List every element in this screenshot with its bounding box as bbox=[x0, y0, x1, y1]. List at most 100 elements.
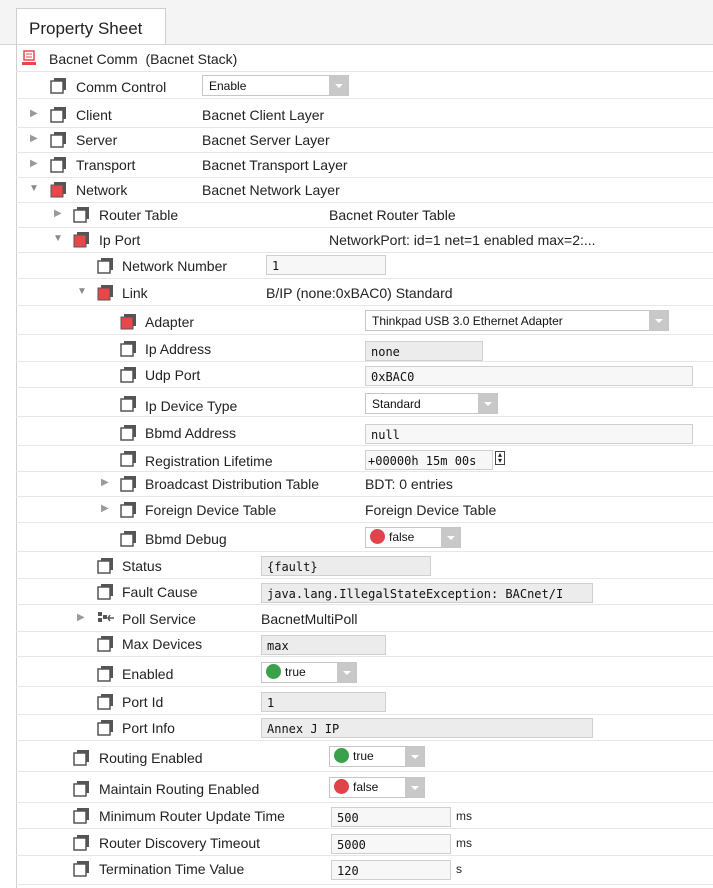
component-icon bbox=[97, 635, 115, 652]
row-ip-port[interactable]: ▼ Ip Port NetworkPort: id=1 net=1 enable… bbox=[16, 228, 713, 253]
port-info-field: Annex J IP bbox=[261, 718, 593, 738]
component-icon bbox=[97, 719, 115, 736]
expand-icon[interactable]: ▶ bbox=[101, 478, 109, 488]
red-component-icon bbox=[97, 284, 115, 301]
maintain-routing-enabled-label: Maintain Routing Enabled bbox=[99, 781, 260, 797]
row-broadcast-distribution-table[interactable]: ▶ Broadcast Distribution Table BDT: 0 en… bbox=[16, 472, 713, 497]
component-icon bbox=[50, 131, 68, 148]
row-port-id: Port Id 1 bbox=[16, 690, 713, 715]
chevron-down-icon bbox=[405, 747, 424, 766]
row-network[interactable]: ▼ Network Bacnet Network Layer bbox=[16, 178, 713, 203]
adapter-label: Adapter bbox=[145, 314, 195, 330]
expand-icon[interactable]: ▶ bbox=[77, 613, 85, 623]
spinner-icon[interactable]: ▴ ▾ bbox=[495, 451, 505, 465]
true-status-icon bbox=[266, 664, 281, 679]
collapse-icon[interactable]: ▼ bbox=[77, 287, 87, 297]
component-icon bbox=[120, 501, 138, 518]
routing-enabled-dropdown[interactable]: true bbox=[329, 746, 425, 767]
routing-enabled-value: true bbox=[353, 749, 374, 763]
bacnet-network-icon bbox=[22, 50, 40, 67]
component-icon bbox=[73, 860, 91, 877]
min-router-update-time-field[interactable]: 500 bbox=[331, 807, 451, 827]
termination-time-value-label: Termination Time Value bbox=[99, 861, 245, 877]
row-foreign-device-table[interactable]: ▶ Foreign Device Table Foreign Device Ta… bbox=[16, 498, 713, 523]
row-port-info: Port Info Annex J IP bbox=[16, 716, 713, 741]
row-status: Status {fault} bbox=[16, 554, 713, 579]
component-icon bbox=[120, 450, 138, 467]
component-icon bbox=[120, 530, 138, 547]
root-type: (Bacnet Stack) bbox=[145, 51, 238, 67]
chevron-down-icon bbox=[337, 663, 356, 682]
collapse-icon[interactable]: ▼ bbox=[29, 184, 39, 194]
row-poll-service[interactable]: ▶ Poll Service BacnetMultiPoll bbox=[16, 607, 713, 632]
row-comm-control: Comm Control Enable bbox=[16, 74, 713, 99]
chevron-down-icon bbox=[478, 394, 497, 413]
red-component-icon bbox=[120, 313, 138, 330]
network-value: Bacnet Network Layer bbox=[202, 182, 340, 198]
component-icon bbox=[73, 780, 91, 797]
bbmd-address-field[interactable]: null bbox=[365, 424, 693, 444]
component-icon bbox=[120, 424, 138, 441]
router-discovery-timeout-label: Router Discovery Timeout bbox=[99, 835, 261, 851]
enabled-dropdown[interactable]: true bbox=[261, 662, 357, 683]
client-label: Client bbox=[76, 107, 112, 123]
enabled-value: true bbox=[285, 665, 306, 679]
expand-icon[interactable]: ▶ bbox=[30, 134, 38, 144]
component-icon bbox=[120, 475, 138, 492]
component-icon bbox=[97, 583, 115, 600]
server-value: Bacnet Server Layer bbox=[202, 132, 330, 148]
router-discovery-timeout-field[interactable]: 5000 bbox=[331, 834, 451, 854]
max-devices-label: Max Devices bbox=[122, 636, 203, 652]
maintain-routing-enabled-dropdown[interactable]: false bbox=[329, 777, 425, 798]
bbmd-debug-dropdown[interactable]: false bbox=[365, 527, 461, 548]
component-icon bbox=[73, 807, 91, 824]
row-server[interactable]: ▶ Server Bacnet Server Layer bbox=[16, 128, 713, 153]
comm-control-dropdown[interactable]: Enable bbox=[202, 75, 349, 96]
port-id-field: 1 bbox=[261, 692, 386, 712]
row-bacnet-comm[interactable]: Bacnet Comm (Bacnet Stack) bbox=[16, 47, 713, 72]
status-field: {fault} bbox=[261, 556, 431, 576]
fault-cause-label: Fault Cause bbox=[122, 584, 198, 600]
component-icon bbox=[97, 665, 115, 682]
termination-time-value-field[interactable]: 120 bbox=[331, 860, 451, 880]
chevron-down-icon bbox=[329, 76, 348, 95]
row-bbmd-address: Bbmd Address null bbox=[16, 421, 713, 446]
row-fault-cause: Fault Cause java.lang.IllegalStateExcept… bbox=[16, 580, 713, 605]
row-router-table[interactable]: ▶ Router Table Bacnet Router Table bbox=[16, 203, 713, 228]
comm-control-label: Comm Control bbox=[76, 79, 167, 95]
fdt-value: Foreign Device Table bbox=[365, 502, 497, 518]
max-devices-field: max bbox=[261, 635, 386, 655]
bdt-value: BDT: 0 entries bbox=[365, 476, 453, 492]
ip-device-type-dropdown[interactable]: Standard bbox=[365, 393, 498, 414]
link-value: B/IP (none:0xBAC0) Standard bbox=[266, 285, 453, 301]
row-client[interactable]: ▶ Client Bacnet Client Layer bbox=[16, 103, 713, 128]
ip-address-field: none bbox=[365, 341, 483, 361]
registration-lifetime-field[interactable]: +00000h 15m 00s bbox=[365, 450, 493, 470]
component-icon bbox=[120, 340, 138, 357]
network-number-field[interactable]: 1 bbox=[266, 255, 386, 275]
chevron-down-icon bbox=[441, 528, 460, 547]
router-table-value: Bacnet Router Table bbox=[329, 207, 456, 223]
expand-icon[interactable]: ▶ bbox=[30, 109, 38, 119]
status-label: Status bbox=[122, 558, 162, 574]
bbmd-debug-value: false bbox=[389, 530, 415, 544]
expand-icon[interactable]: ▶ bbox=[101, 504, 109, 514]
udp-port-field[interactable]: 0xBAC0 bbox=[365, 366, 693, 386]
router-discovery-timeout-unit: ms bbox=[456, 836, 472, 850]
bdt-label: Broadcast Distribution Table bbox=[145, 476, 320, 492]
server-label: Server bbox=[76, 132, 118, 148]
component-icon bbox=[120, 395, 138, 412]
row-maintain-routing-enabled: Maintain Routing Enabled false bbox=[16, 774, 713, 803]
row-link[interactable]: ▼ Link B/IP (none:0xBAC0) Standard bbox=[16, 281, 713, 306]
true-status-icon bbox=[334, 748, 349, 763]
expand-icon[interactable]: ▶ bbox=[30, 159, 38, 169]
tab-property-sheet[interactable]: Property Sheet bbox=[16, 8, 166, 44]
network-label: Network bbox=[76, 182, 128, 198]
row-min-router-update-time: Minimum Router Update Time 500 ms bbox=[16, 804, 713, 829]
collapse-icon[interactable]: ▼ bbox=[53, 234, 63, 244]
expand-icon[interactable]: ▶ bbox=[54, 209, 62, 219]
link-label: Link bbox=[122, 285, 148, 301]
row-registration-lifetime: Registration Lifetime +00000h 15m 00s ▴ ▾ bbox=[16, 447, 713, 472]
row-transport[interactable]: ▶ Transport Bacnet Transport Layer bbox=[16, 153, 713, 178]
adapter-dropdown[interactable]: Thinkpad USB 3.0 Ethernet Adapter bbox=[365, 310, 669, 331]
